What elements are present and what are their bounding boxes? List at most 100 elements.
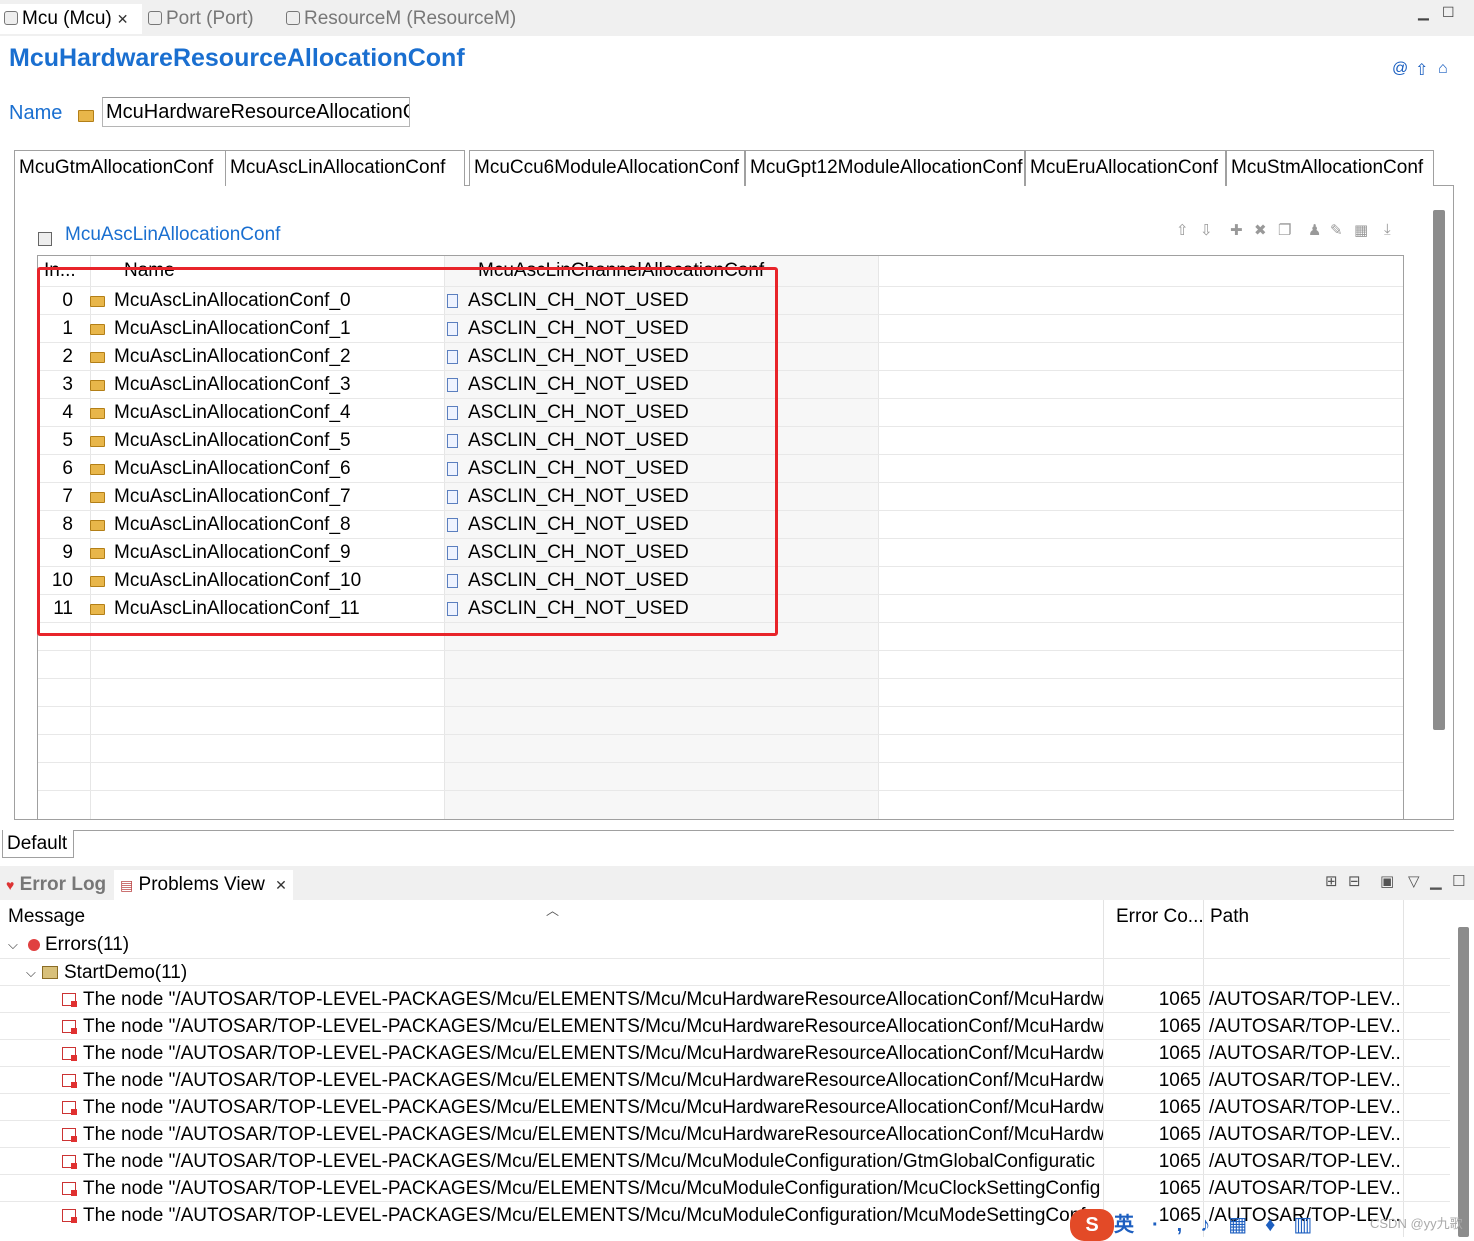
maximize-icon[interactable]: ☐ [1442,4,1455,21]
row-channel[interactable]: ASCLIN_CH_NOT_USED [468,539,689,567]
table-row[interactable]: 10 McuAscLinAllocationConf_10 ASCLIN_CH_NO… [38,566,1403,595]
column-header-index[interactable]: In... [44,256,88,286]
vertical-scrollbar[interactable] [1433,210,1445,730]
column-header-error-code[interactable]: Error Co... [1116,906,1204,928]
delete-icon[interactable]: ✖ [1254,221,1271,239]
row-channel[interactable]: ASCLIN_CH_NOT_USED [468,595,689,623]
problem-row[interactable]: The node "/AUTOSAR/TOP-LEVEL-PACKAGES/Mc… [0,1039,1450,1066]
name-field[interactable]: McuHardwareResourceAllocationConf [102,97,410,127]
problem-row[interactable]: The node "/AUTOSAR/TOP-LEVEL-PACKAGES/Mc… [0,1066,1450,1093]
ime-logo-icon[interactable]: S [1070,1209,1114,1241]
move-down-icon[interactable]: ⇩ [1200,221,1217,239]
up-icon[interactable]: ⇧ [1415,60,1428,80]
column-header-name[interactable]: Name [98,256,438,286]
row-name[interactable]: McuAscLinAllocationConf_2 [114,343,351,371]
microphone-icon[interactable]: ♪ [1200,1214,1228,1236]
tab-gpt12[interactable]: McuGpt12ModuleAllocationConf [745,150,1025,186]
tab-ccu6[interactable]: McuCcu6ModuleAllocationConf [469,150,745,186]
row-channel[interactable]: ASCLIN_CH_NOT_USED [468,371,689,399]
row-name[interactable]: McuAscLinAllocationConf_1 [114,315,351,343]
table-row[interactable]: 0 McuAscLinAllocationConf_0 ASCLIN_CH_NOT_… [38,286,1403,315]
tab-asclin[interactable]: McuAscLinAllocationConf [225,150,465,187]
ime-lang[interactable]: 英 [1114,1214,1152,1236]
skin-icon[interactable]: ♦ [1265,1214,1293,1236]
move-up-icon[interactable]: ⇧ [1176,221,1193,239]
tree-group-errors[interactable]: ⌵ Errors(11) [0,931,1450,958]
row-name[interactable]: McuAscLinAllocationConf_6 [114,455,351,483]
table-row[interactable]: 2 McuAscLinAllocationConf_2 ASCLIN_CH_NOT_… [38,342,1403,371]
section-title: McuAscLinAllocationConf [65,224,281,245]
row-channel[interactable]: ASCLIN_CH_NOT_USED [468,287,689,315]
add-icon[interactable]: ✚ [1230,221,1247,239]
minimize-icon[interactable]: ▁ [1418,4,1429,21]
table-row[interactable]: 4 McuAscLinAllocationConf_4 ASCLIN_CH_NOT_… [38,398,1403,427]
problem-row[interactable]: The node "/AUTOSAR/TOP-LEVEL-PACKAGES/Mc… [0,1174,1450,1201]
help-icon[interactable]: @ [1392,60,1408,78]
row-channel[interactable]: ASCLIN_CH_NOT_USED [468,455,689,483]
close-icon[interactable]: ✕ [275,877,287,893]
row-channel[interactable]: ASCLIN_CH_NOT_USED [468,567,689,595]
column-header-path[interactable]: Path [1210,906,1249,928]
problem-row[interactable]: The node "/AUTOSAR/TOP-LEVEL-PACKAGES/Mc… [0,1120,1450,1147]
row-channel[interactable]: ASCLIN_CH_NOT_USED [468,427,689,455]
table-row[interactable]: 9 McuAscLinAllocationConf_9 ASCLIN_CH_NOT_… [38,538,1403,567]
home-icon[interactable]: ⌂ [1438,60,1448,78]
editor-tab-mcu[interactable]: Mcu (Mcu) ✕ [0,4,142,34]
tab-problems-view[interactable]: ▤ Problems View ✕ [114,870,293,900]
row-name[interactable]: McuAscLinAllocationConf_7 [114,483,351,511]
row-name[interactable]: McuAscLinAllocationConf_11 [114,595,360,623]
table-row[interactable]: 1 McuAscLinAllocationConf_1 ASCLIN_CH_NOT_… [38,314,1403,343]
problem-row[interactable]: The node "/AUTOSAR/TOP-LEVEL-PACKAGES/Mc… [0,1093,1450,1120]
problem-row[interactable]: The node "/AUTOSAR/TOP-LEVEL-PACKAGES/Mc… [0,1147,1450,1174]
table-row[interactable]: 11 McuAscLinAllocationConf_11 ASCLIN_CH_NO… [38,594,1403,623]
problem-row[interactable]: The node "/AUTOSAR/TOP-LEVEL-PACKAGES/Mc… [0,1012,1450,1039]
maximize-icon[interactable]: ☐ [1452,872,1473,890]
column-header-message[interactable]: Message [8,906,85,928]
collapse-all-icon[interactable]: ⊟ [1348,872,1369,890]
editor-tab-resourcem[interactable]: ResourceM (ResourceM) [286,4,516,34]
tab-error-log[interactable]: ♥ Error Log [6,870,106,900]
chevron-down-icon[interactable]: ⌵ [26,959,36,986]
tab-gtm[interactable]: McuGtmAllocationConf [14,150,226,186]
view-menu-icon[interactable]: ▽ [1408,872,1428,890]
problems-scrollbar[interactable] [1458,927,1469,1237]
table-row[interactable]: 8 McuAscLinAllocationConf_8 ASCLIN_CH_NOT_… [38,510,1403,539]
table-row[interactable]: 6 McuAscLinAllocationConf_6 ASCLIN_CH_NOT_… [38,454,1403,483]
copy-icon[interactable]: ❐ [1278,221,1295,239]
row-channel[interactable]: ASCLIN_CH_NOT_USED [468,483,689,511]
row-channel[interactable]: ASCLIN_CH_NOT_USED [468,315,689,343]
tab-default[interactable]: Default [2,830,74,858]
table-row[interactable]: 7 McuAscLinAllocationConf_7 ASCLIN_CH_NOT_… [38,482,1403,511]
table-row[interactable]: 3 McuAscLinAllocationConf_3 ASCLIN_CH_NOT_… [38,370,1403,399]
tab-stm[interactable]: McuStmAllocationConf [1226,150,1434,186]
row-channel[interactable]: ASCLIN_CH_NOT_USED [468,511,689,539]
punctuation-icon[interactable]: ·, [1152,1214,1200,1236]
user-icon[interactable]: ♟ [1308,221,1325,239]
row-name[interactable]: McuAscLinAllocationConf_9 [114,539,351,567]
edit-icon[interactable]: ✎ [1330,221,1347,239]
row-name[interactable]: McuAscLinAllocationConf_0 [114,287,351,315]
tab-eru[interactable]: McuEruAllocationConf [1025,150,1226,186]
table-row[interactable]: 5 McuAscLinAllocationConf_5 ASCLIN_CH_NOT_… [38,426,1403,455]
row-name[interactable]: McuAscLinAllocationConf_4 [114,399,351,427]
expand-all-icon[interactable]: ⊞ [1325,872,1346,890]
row-name[interactable]: McuAscLinAllocationConf_3 [114,371,351,399]
tree-group-project[interactable]: ⌵ StartDemo(11) [0,958,1450,985]
row-name[interactable]: McuAscLinAllocationConf_8 [114,511,351,539]
keyboard-icon[interactable]: ▦ [1228,1214,1265,1236]
problem-row[interactable]: The node "/AUTOSAR/TOP-LEVEL-PACKAGES/Mc… [0,985,1450,1012]
ime-toolbar: S 英·,♪▦♦▥ [1070,1208,1360,1241]
column-header-channel[interactable]: McuAscLinChannelAllocationConf [478,256,878,286]
editor-tab-port[interactable]: Port (Port) [148,4,254,34]
row-name[interactable]: McuAscLinAllocationConf_5 [114,427,351,455]
filter-icon[interactable]: ▣ [1380,872,1402,890]
toolbox-icon[interactable]: ▥ [1293,1214,1330,1236]
table-edit-icon[interactable]: ▦ [1354,221,1372,239]
row-name[interactable]: McuAscLinAllocationConf_10 [114,567,361,595]
row-channel[interactable]: ASCLIN_CH_NOT_USED [468,399,689,427]
row-channel[interactable]: ASCLIN_CH_NOT_USED [468,343,689,371]
minimize-icon[interactable]: ▁ [1430,872,1450,890]
export-icon[interactable]: ⤓ [1384,221,1395,238]
chevron-down-icon[interactable]: ⌵ [8,931,18,958]
close-icon[interactable]: ✕ [117,11,129,27]
